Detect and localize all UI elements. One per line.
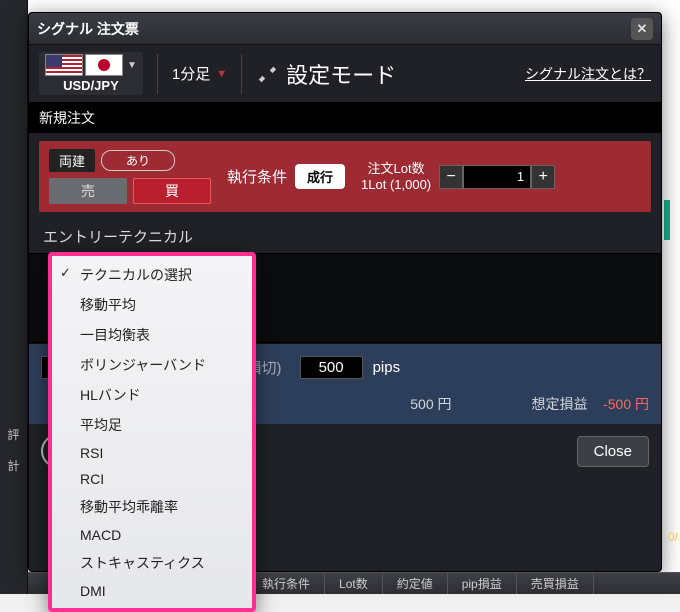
pair-name: USD/JPY	[63, 78, 119, 93]
hedge-label: 両建	[49, 149, 95, 172]
pips-value-2[interactable]: 500	[300, 356, 363, 379]
column-header: Lot数	[325, 573, 383, 594]
column-header: 執行条件	[248, 573, 325, 594]
timeframe-label: 1分足	[172, 63, 210, 84]
dropdown-item[interactable]: 移動平均	[52, 290, 252, 320]
yen-left: 500 円	[410, 394, 451, 414]
dropdown-item[interactable]: 移動平均乖離率	[52, 492, 252, 522]
lot-value[interactable]: 1	[463, 165, 531, 189]
close-button[interactable]: Close	[577, 436, 649, 467]
column-header: 約定値	[383, 573, 448, 594]
lot-sublabel: 1Lot (1,000)	[361, 177, 431, 193]
dropdown-item[interactable]: 一目均衡表	[52, 320, 252, 350]
order-config: 両建 あり 売 買 執行条件 成行 注文Lot数 1Lot (1,000) − …	[39, 141, 651, 212]
dropdown-item[interactable]: HLバンド	[52, 380, 252, 410]
column-header: pip損益	[448, 573, 517, 594]
dropdown-item[interactable]: MACD	[52, 522, 252, 548]
top-row: ▼ USD/JPY 1分足 ▼ 設定モード シグナル注文とは？	[29, 45, 661, 103]
assumed-loss-label: 想定損益	[532, 396, 588, 412]
lot-decrement[interactable]: −	[439, 165, 463, 189]
gutter-label: 計	[7, 457, 19, 474]
buy-button[interactable]: 買	[133, 178, 211, 204]
corner-fraction: 0/	[668, 530, 678, 544]
mode-label: 設定モード	[286, 58, 396, 90]
close-icon[interactable]: ✕	[631, 18, 653, 40]
column-header: 売買損益	[517, 573, 594, 594]
lot-stepper: − 1 +	[439, 165, 555, 189]
gutter-label: 評	[7, 426, 19, 443]
dropdown-item[interactable]: ボリンジャーバンド	[52, 350, 252, 380]
titlebar: シグナル 注文票 ✕	[29, 13, 661, 45]
tab-bar: 新規注文	[29, 103, 661, 133]
tab-new-order[interactable]: 新規注文	[39, 108, 95, 128]
dropdown-item[interactable]: テクニカルの選択	[52, 260, 252, 290]
left-gutter: 評 計	[0, 0, 28, 594]
dropdown-item[interactable]: RSI	[52, 440, 252, 466]
pips-unit-2: pips	[373, 359, 401, 376]
mode-indicator: 設定モード	[256, 58, 396, 90]
panel-title: シグナル 注文票	[37, 19, 631, 39]
dropdown-item[interactable]: RCI	[52, 466, 252, 492]
dropdown-item[interactable]: 平均足	[52, 410, 252, 440]
lot-label: 注文Lot数	[368, 161, 425, 177]
flag-jp-icon	[85, 54, 123, 76]
currency-pair-selector[interactable]: ▼ USD/JPY	[39, 52, 143, 95]
entry-technical-heading: エントリーテクニカル	[29, 220, 661, 253]
dropdown-item[interactable]: ストキャスティクス	[52, 548, 252, 578]
exec-label: 執行条件	[227, 166, 287, 187]
exec-value[interactable]: 成行	[295, 164, 345, 189]
sell-button[interactable]: 売	[49, 178, 127, 204]
assumed-loss-value: -500 円	[603, 396, 649, 412]
hedge-value[interactable]: あり	[101, 150, 175, 171]
help-link[interactable]: シグナル注文とは？	[525, 64, 651, 84]
timeframe-selector[interactable]: 1分足 ▼	[172, 63, 227, 84]
flag-us-icon	[45, 54, 83, 76]
dropdown-item[interactable]: DMI	[52, 578, 252, 604]
chevron-down-icon: ▼	[216, 68, 227, 80]
technical-select-dropdown[interactable]: テクニカルの選択移動平均一目均衡表ボリンジャーバンドHLバンド平均足RSIRCI…	[48, 252, 256, 612]
lot-increment[interactable]: +	[531, 165, 555, 189]
chevron-down-icon: ▼	[127, 60, 137, 71]
wrench-icon	[256, 63, 278, 85]
